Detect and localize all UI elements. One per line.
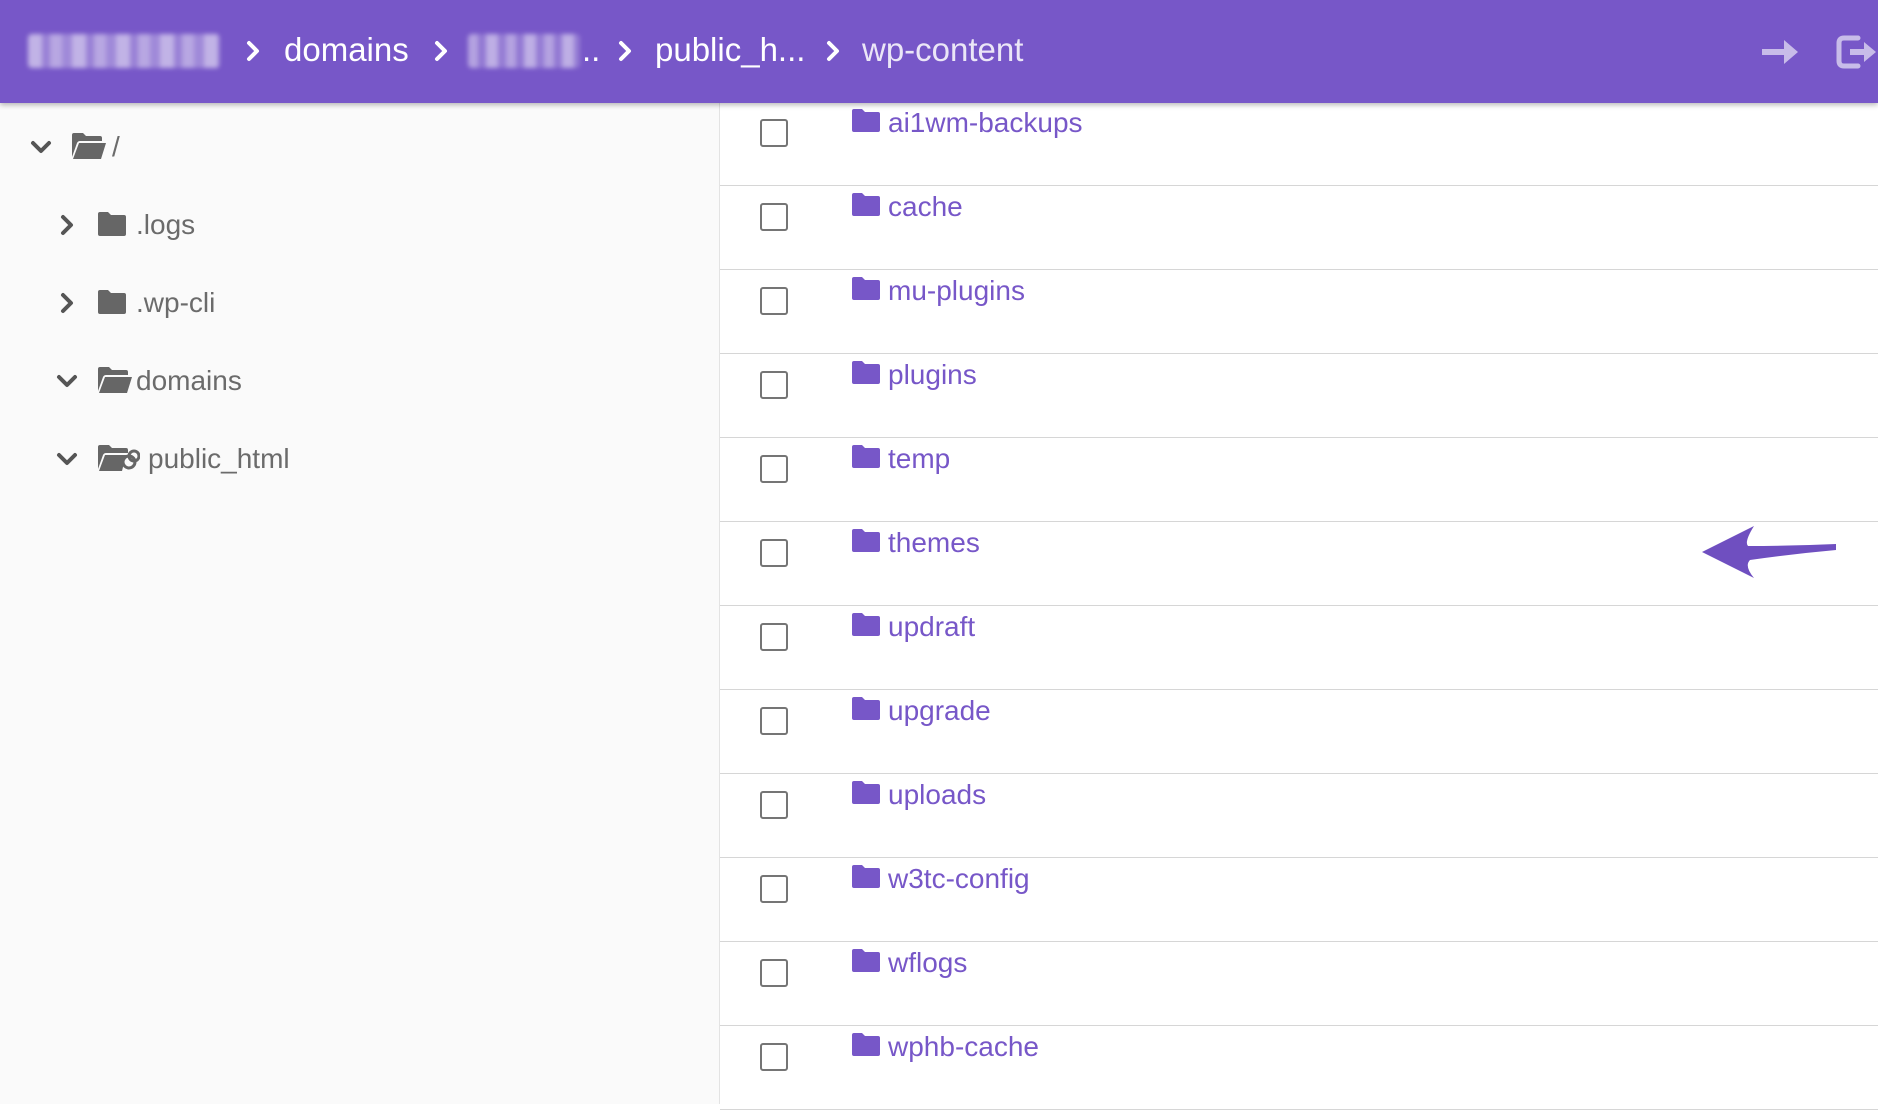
- row-checkbox[interactable]: [760, 455, 788, 483]
- tree-item-wp-cli[interactable]: .wp-cli: [52, 278, 352, 328]
- file-row[interactable]: temp: [720, 437, 1878, 522]
- file-name-link[interactable]: w3tc-config: [888, 857, 1030, 901]
- breadcrumb-redacted-domain[interactable]: [468, 34, 580, 68]
- file-name-link[interactable]: updraft: [888, 605, 975, 649]
- file-row[interactable]: uploads: [720, 773, 1878, 858]
- file-name-link[interactable]: temp: [888, 437, 950, 481]
- chevron-down-icon[interactable]: [26, 132, 56, 162]
- chevron-right-icon: [827, 41, 839, 61]
- arrow-right-icon[interactable]: [1758, 30, 1802, 74]
- tree-item-label: .wp-cli: [136, 287, 216, 318]
- file-row[interactable]: plugins: [720, 353, 1878, 438]
- folder-icon: [852, 613, 880, 636]
- file-name-link[interactable]: plugins: [888, 353, 977, 397]
- folder-icon: [852, 361, 880, 384]
- file-row[interactable]: ai1wm-backups: [720, 101, 1878, 186]
- chevron-right-icon: [619, 41, 631, 61]
- top-bar: domains .. public_h... wp-content: [0, 0, 1878, 103]
- file-name-link[interactable]: themes: [888, 521, 980, 565]
- tree-item-label: .logs: [136, 209, 196, 240]
- chevron-right-icon[interactable]: [52, 210, 82, 240]
- file-name-link[interactable]: ai1wm-backups: [888, 101, 1083, 145]
- folder-open-icon: [98, 367, 132, 393]
- file-name-link[interactable]: cache: [888, 185, 963, 229]
- row-checkbox[interactable]: [760, 287, 788, 315]
- folder-icon: [852, 193, 880, 216]
- breadcrumb-public-html[interactable]: public_h...: [655, 28, 805, 72]
- file-row[interactable]: wflogs: [720, 941, 1878, 1026]
- row-checkbox[interactable]: [760, 203, 788, 231]
- file-row[interactable]: mu-plugins: [720, 269, 1878, 354]
- logout-icon[interactable]: [1832, 30, 1876, 74]
- breadcrumb-current: wp-content: [862, 31, 1024, 68]
- folder-icon: [852, 697, 880, 720]
- tree-item-label: public_html: [148, 443, 290, 474]
- file-name-link[interactable]: upgrade: [888, 689, 991, 733]
- folder-icon: [98, 212, 126, 236]
- folder-link-icon: [98, 445, 140, 471]
- tree-item-domains[interactable]: domains: [52, 356, 352, 406]
- tree-item-label: domains: [136, 365, 242, 396]
- file-row[interactable]: upgrade: [720, 689, 1878, 774]
- folder-icon: [852, 529, 880, 552]
- folder-icon: [852, 109, 880, 132]
- file-list: ai1wm-backups cache mu-plugins plugins t…: [720, 101, 1878, 1110]
- chevron-right-icon: [247, 41, 259, 61]
- folder-icon: [852, 277, 880, 300]
- folder-icon: [852, 949, 880, 972]
- file-name-link[interactable]: uploads: [888, 773, 986, 817]
- chevron-down-icon[interactable]: [52, 444, 82, 474]
- folder-icon: [852, 781, 880, 804]
- row-checkbox[interactable]: [760, 119, 788, 147]
- folder-icon: [98, 290, 126, 314]
- row-checkbox[interactable]: [760, 623, 788, 651]
- row-checkbox[interactable]: [760, 539, 788, 567]
- row-checkbox[interactable]: [760, 875, 788, 903]
- file-name-link[interactable]: mu-plugins: [888, 269, 1025, 313]
- folder-icon: [852, 1033, 880, 1056]
- tree-item-logs[interactable]: .logs: [52, 200, 352, 250]
- row-checkbox[interactable]: [760, 791, 788, 819]
- folder-open-icon: [72, 133, 106, 159]
- file-row[interactable]: w3tc-config: [720, 857, 1878, 942]
- row-checkbox[interactable]: [760, 707, 788, 735]
- file-row[interactable]: cache: [720, 185, 1878, 270]
- annotation-arrow-icon: [1702, 526, 1836, 578]
- row-checkbox[interactable]: [760, 371, 788, 399]
- tree-item-label: /: [112, 131, 120, 162]
- breadcrumb-redacted-root[interactable]: [28, 34, 220, 68]
- row-checkbox[interactable]: [760, 1043, 788, 1071]
- row-checkbox[interactable]: [760, 959, 788, 987]
- file-name-link[interactable]: wflogs: [888, 941, 967, 985]
- file-row[interactable]: wphb-cache: [720, 1025, 1878, 1110]
- tree-item-root[interactable]: /: [26, 122, 326, 172]
- tree-item-public-html[interactable]: public_html: [52, 434, 372, 484]
- folder-icon: [852, 865, 880, 888]
- folder-tree-sidebar: / .logs .wp-cli domains public_html: [0, 103, 720, 1104]
- breadcrumb-domains[interactable]: domains: [284, 28, 409, 72]
- chevron-down-icon[interactable]: [52, 366, 82, 396]
- breadcrumb-ellipsis[interactable]: ..: [582, 28, 600, 72]
- file-name-link[interactable]: wphb-cache: [888, 1025, 1039, 1069]
- chevron-right-icon: [435, 41, 447, 61]
- folder-icon: [852, 445, 880, 468]
- file-row[interactable]: updraft: [720, 605, 1878, 690]
- chevron-right-icon[interactable]: [52, 288, 82, 318]
